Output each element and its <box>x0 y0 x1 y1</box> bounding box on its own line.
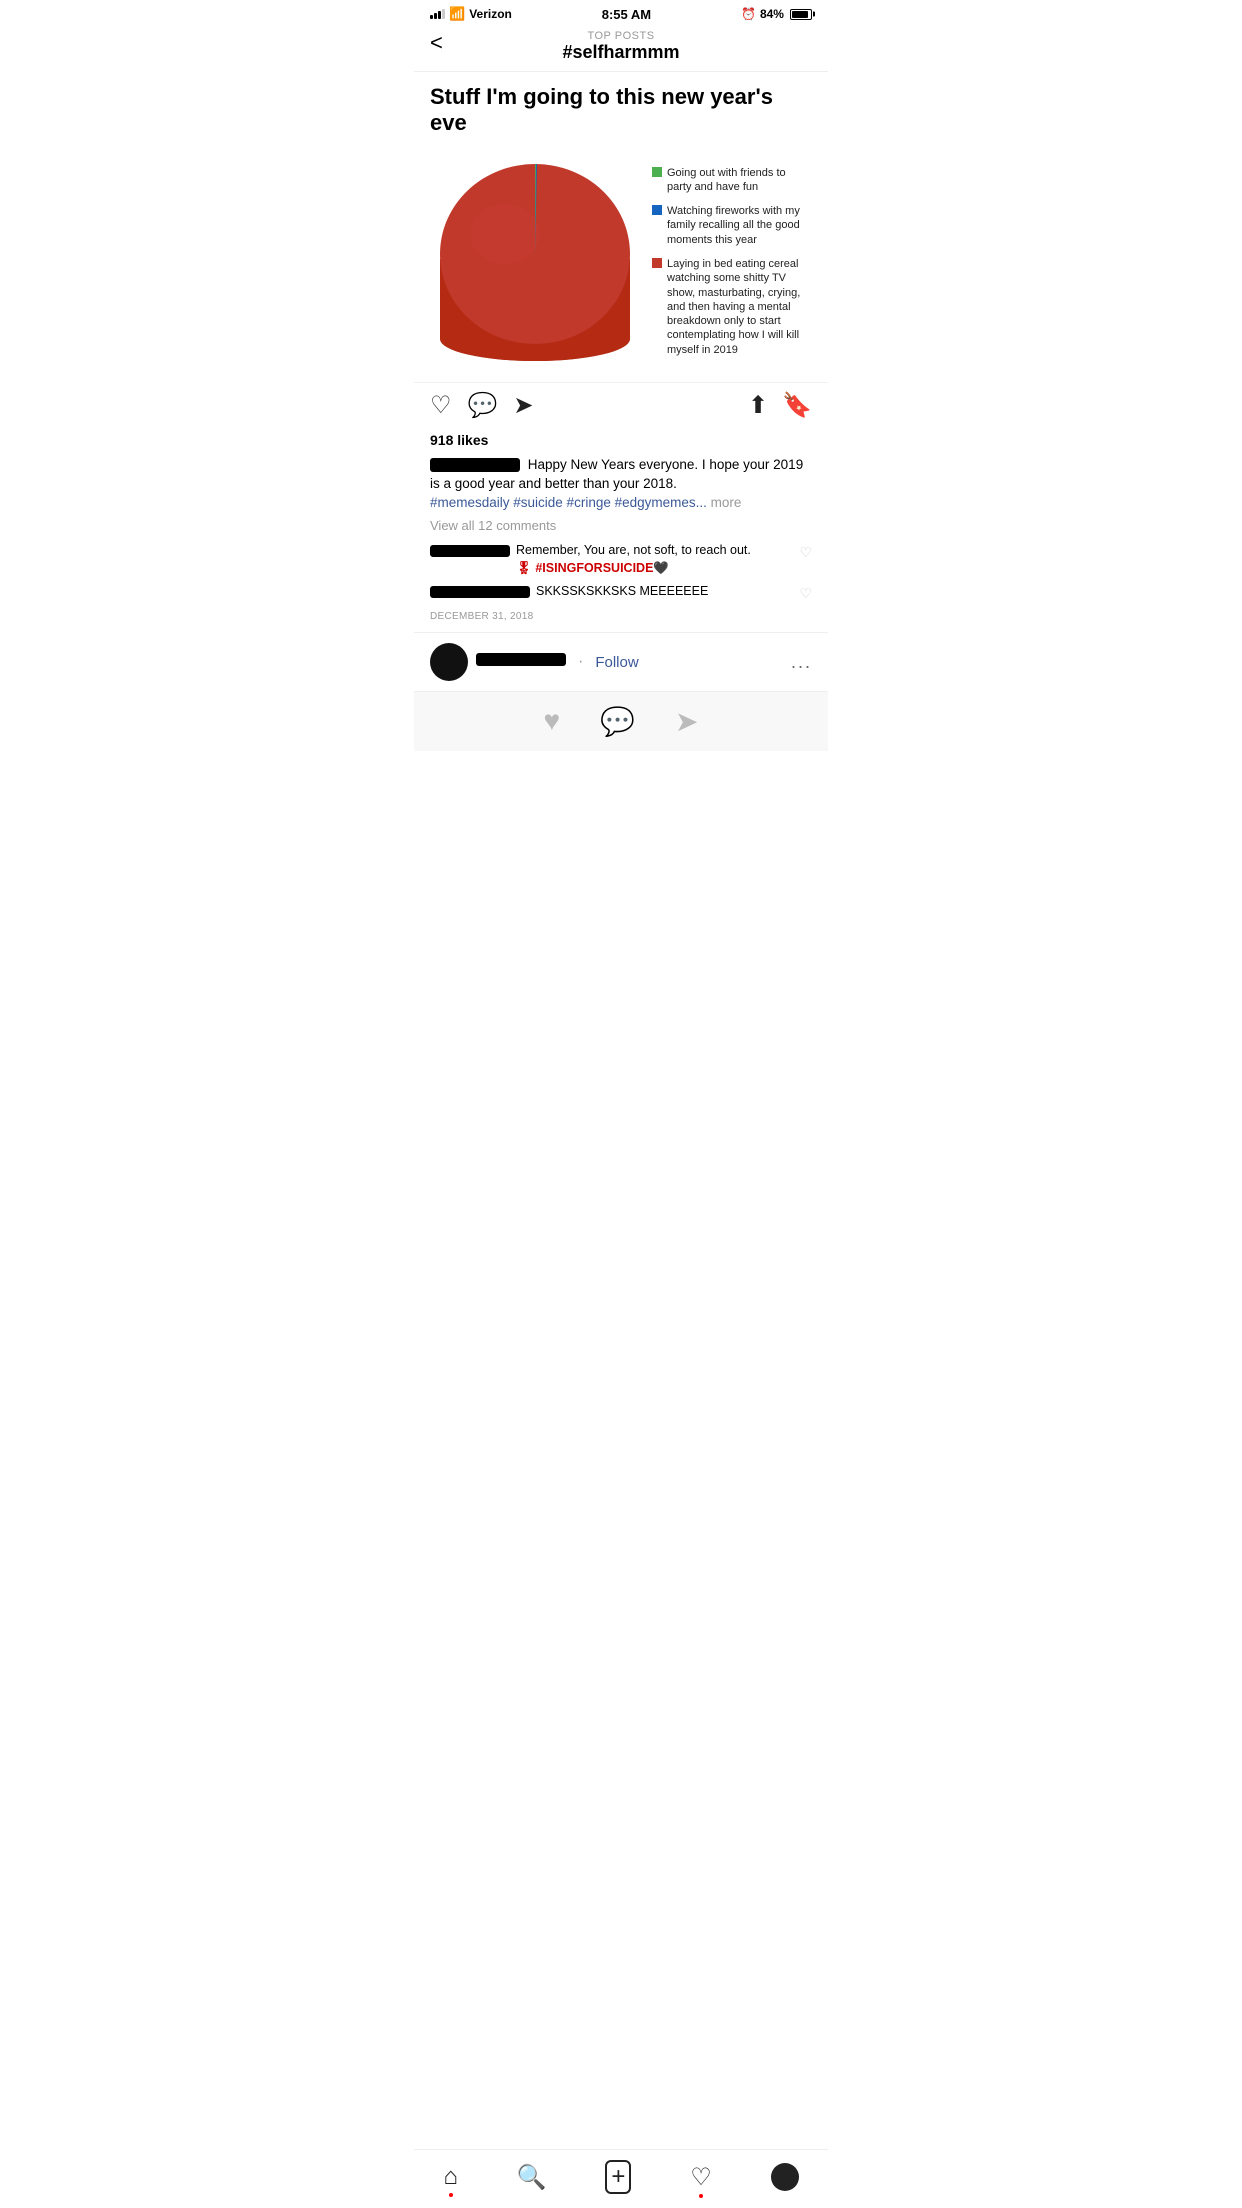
comment-text-0: Remember, You are, not soft, to reach ou… <box>516 542 751 577</box>
like-button[interactable]: ♡ <box>430 391 452 420</box>
alarm-icon: ⏰ <box>741 7 756 21</box>
next-post-header: · Follow ... <box>414 633 828 691</box>
partial-icon-2: 💬 <box>600 705 635 738</box>
wifi-icon: 📶 <box>449 6 465 22</box>
legend-label-2: Laying in bed eating cereal watching som… <box>667 257 812 357</box>
legend-label-0: Going out with friends to party and have… <box>667 166 812 195</box>
home-dot <box>449 2193 453 2197</box>
likes-count: 918 likes <box>414 428 828 454</box>
status-time: 8:55 AM <box>602 7 651 22</box>
comment-content-0: Remember, You are, not soft, to reach ou… <box>430 542 799 577</box>
pie-legend: Going out with friends to party and have… <box>652 166 812 358</box>
partial-icons: ♥ 💬 ➤ <box>544 705 699 738</box>
nav-search[interactable]: 🔍 <box>517 2163 547 2192</box>
partial-icon-3: ➤ <box>675 705 698 738</box>
next-post-user: · Follow <box>430 643 639 681</box>
action-left: ♡ 💬 ➤ <box>430 391 534 420</box>
dot-separator: · <box>578 653 583 671</box>
comment-special-0: 🎖 #ISINGFORSUICIDE🖤 <box>516 561 669 575</box>
chart-title: Stuff I'm going to this new year's eve <box>430 84 812 137</box>
commenter-blur-0 <box>430 545 510 557</box>
view-comments[interactable]: View all 12 comments <box>414 516 828 539</box>
post-date: DECEMBER 31, 2018 <box>414 605 828 632</box>
battery-icon <box>790 9 812 20</box>
add-icon: + <box>605 2160 631 2194</box>
signal-icon <box>430 9 445 19</box>
legend-swatch-red <box>652 258 662 268</box>
more-options-button[interactable]: ... <box>791 652 812 673</box>
carrier-label: Verizon <box>469 7 512 21</box>
comment-heart-0[interactable]: ♡ <box>799 544 812 561</box>
nav-add[interactable]: + <box>605 2160 631 2194</box>
legend-label-1: Watching fireworks with my family recall… <box>667 204 812 247</box>
next-post-partial: ♥ 💬 ➤ <box>414 691 828 751</box>
comment-content-1: SKKSSKSKKSKS MEEEEEEE <box>430 583 799 601</box>
next-post-username-blur <box>476 653 566 666</box>
status-left: 📶 Verizon <box>430 6 512 22</box>
nav-top-label: TOP POSTS <box>587 30 654 42</box>
comment-row-0: Remember, You are, not soft, to reach ou… <box>414 539 828 580</box>
comment-text-1: SKKSSKSKKSKS MEEEEEEE <box>536 583 708 601</box>
legend-swatch-blue <box>652 205 662 215</box>
caption-more[interactable]: more <box>711 495 742 510</box>
comment-row-1: SKKSSKSKKSKS MEEEEEEE ♡ <box>414 580 828 605</box>
post-caption: Happy New Years everyone. I hope your 20… <box>414 454 828 517</box>
home-icon: ⌂ <box>443 2163 458 2191</box>
likes-icon: ♡ <box>690 2163 712 2192</box>
bottom-nav: ⌂ 🔍 + ♡ <box>414 2149 828 2208</box>
pie-chart <box>430 149 640 374</box>
upload-button[interactable]: ⬆ <box>748 391 768 420</box>
next-post-avatar <box>430 643 468 681</box>
search-icon: 🔍 <box>517 2163 547 2192</box>
battery-percent: 84% <box>760 7 784 21</box>
status-bar: 📶 Verizon 8:55 AM ⏰ 84% <box>414 0 828 26</box>
next-post-user-info <box>476 653 566 671</box>
share-button[interactable]: ➤ <box>513 391 533 420</box>
legend-swatch-green <box>652 167 662 177</box>
nav-title: #selfharmmm <box>562 42 679 63</box>
nav-header: < TOP POSTS #selfharmmm <box>414 26 828 72</box>
nav-home[interactable]: ⌂ <box>443 2163 458 2191</box>
nav-likes[interactable]: ♡ <box>690 2163 712 2192</box>
post-container: Stuff I'm going to this new year's eve <box>414 72 828 751</box>
comment-heart-1[interactable]: ♡ <box>799 585 812 602</box>
commenter-blur-1 <box>430 586 530 598</box>
bookmark-button[interactable]: 🔖 <box>782 391 812 420</box>
action-right: ⬆ 🔖 <box>748 391 812 420</box>
nav-profile[interactable] <box>771 2163 799 2191</box>
status-right: ⏰ 84% <box>741 7 812 21</box>
pie-chart-wrapper: Going out with friends to party and have… <box>430 149 812 374</box>
follow-button[interactable]: Follow <box>595 654 638 671</box>
comment-button[interactable]: 💬 <box>468 391 498 420</box>
legend-item-2: Laying in bed eating cereal watching som… <box>652 257 812 357</box>
caption-username-blur <box>430 458 520 472</box>
caption-hashtags[interactable]: #memesdaily #suicide #cringe #edgymemes.… <box>430 495 707 510</box>
profile-icon <box>771 2163 799 2191</box>
partial-icon-1: ♥ <box>544 705 561 738</box>
legend-item-0: Going out with friends to party and have… <box>652 166 812 195</box>
pie-section: Stuff I'm going to this new year's eve <box>414 72 828 382</box>
back-button[interactable]: < <box>430 30 443 56</box>
action-bar: ♡ 💬 ➤ ⬆ 🔖 <box>414 382 828 428</box>
legend-item-1: Watching fireworks with my family recall… <box>652 204 812 247</box>
likes-dot <box>699 2194 703 2198</box>
